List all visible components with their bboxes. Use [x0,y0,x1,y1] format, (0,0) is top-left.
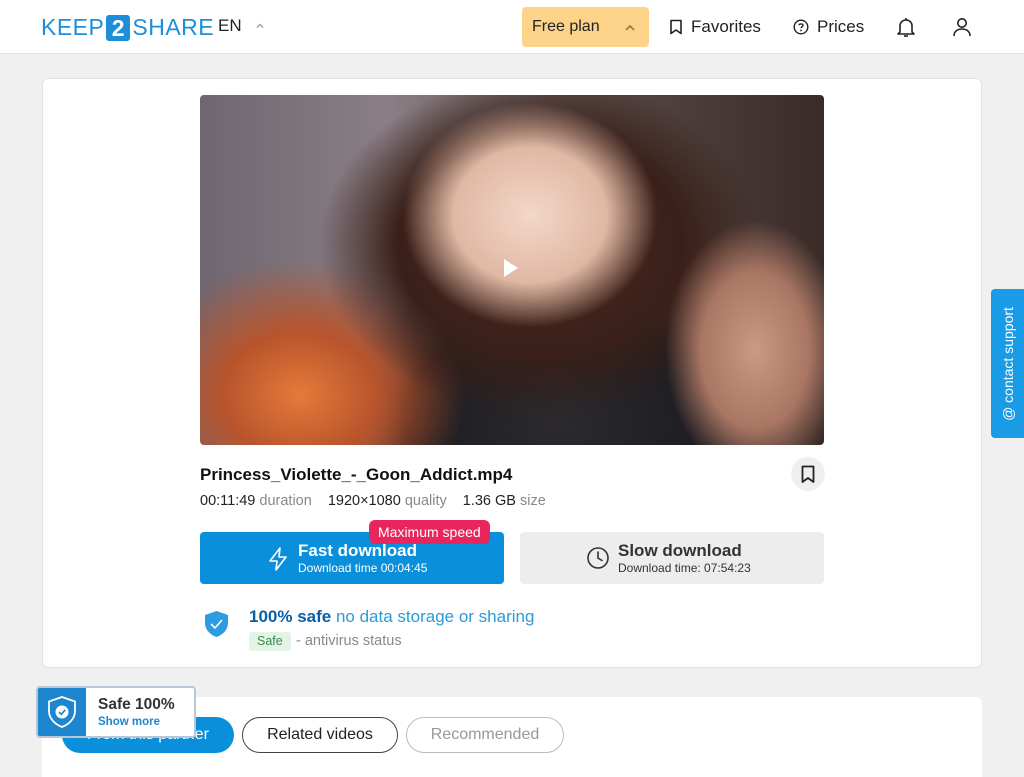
logo-number: 2 [106,14,131,41]
slow-download-title: Slow download [618,541,742,560]
size-value: 1.36 GB [462,493,516,509]
size-info: 1.36 GB size [463,493,546,509]
quality-info: 1920×1080 quality [328,493,447,509]
tab-related-videos[interactable]: Related videos [242,717,398,753]
slow-download-button[interactable]: Slow download Download time: 07:54:23 [520,532,824,584]
logo-text-keep: KEEP [41,14,105,40]
safe-badge-title: Safe 100% [98,696,175,713]
fast-download-title: Fast download [298,541,417,560]
antivirus-status-badge: Safe [249,632,291,651]
shield-check-icon [48,696,76,728]
logo-text-share: SHARE [132,14,215,40]
top-header: KEEP 2 SHARE EN Free plan Favorites Prices [0,0,1024,54]
antivirus-label: - antivirus status [296,633,402,649]
safety-statement: 100% safe no data storage or sharing [249,607,534,627]
safe-badge-icon-box [38,688,86,736]
shield-check-icon [205,611,228,637]
safety-bold: 100% safe [249,607,332,626]
video-preview[interactable] [200,95,824,445]
favorites-label: Favorites [691,17,761,36]
duration-info: 00:11:49 duration [200,493,312,509]
lightning-icon [269,547,287,571]
free-plan-button[interactable]: Free plan [522,7,649,47]
contact-support-label: @ contact support [999,306,1016,421]
safe-100-badge[interactable]: Safe 100% Show more [36,686,196,738]
maximum-speed-badge: Maximum speed [369,520,490,544]
quality-label: quality [404,493,447,509]
chevron-up-icon [256,23,264,29]
chevron-up-icon [625,25,635,31]
bookmark-icon [670,19,682,35]
file-meta: 00:11:49 duration 1920×1080 quality 1.36… [200,493,546,509]
prices-label: Prices [817,17,865,36]
safety-text: no data storage or sharing [335,607,535,626]
quality-value: 1920×1080 [327,493,401,509]
slow-download-time: Download time: 07:54:23 [618,561,751,575]
clock-icon [587,547,609,569]
prices-link[interactable]: Prices [793,17,864,37]
plan-label: Free plan [532,18,600,35]
fast-download-time: Download time 00:04:45 [298,561,428,575]
bell-icon[interactable] [894,15,918,39]
help-circle-icon [793,19,809,35]
bookmark-icon [801,465,815,483]
language-label: EN [218,16,242,35]
duration-value: 00:11:49 [200,493,256,509]
play-icon[interactable] [504,259,518,277]
add-favorite-button[interactable] [791,457,825,491]
contact-support-tab[interactable]: @ contact support [991,289,1024,438]
tab-recommended[interactable]: Recommended [406,717,564,753]
size-label: size [519,493,546,509]
keep2share-logo[interactable]: KEEP 2 SHARE [41,14,214,41]
duration-label: duration [259,493,312,509]
user-icon[interactable] [950,15,974,39]
safe-badge-show-more[interactable]: Show more [98,716,160,728]
language-selector[interactable]: EN [218,16,264,36]
favorites-link[interactable]: Favorites [669,17,761,37]
file-name: Princess_Violette_-_Goon_Addict.mp4 [200,465,513,484]
